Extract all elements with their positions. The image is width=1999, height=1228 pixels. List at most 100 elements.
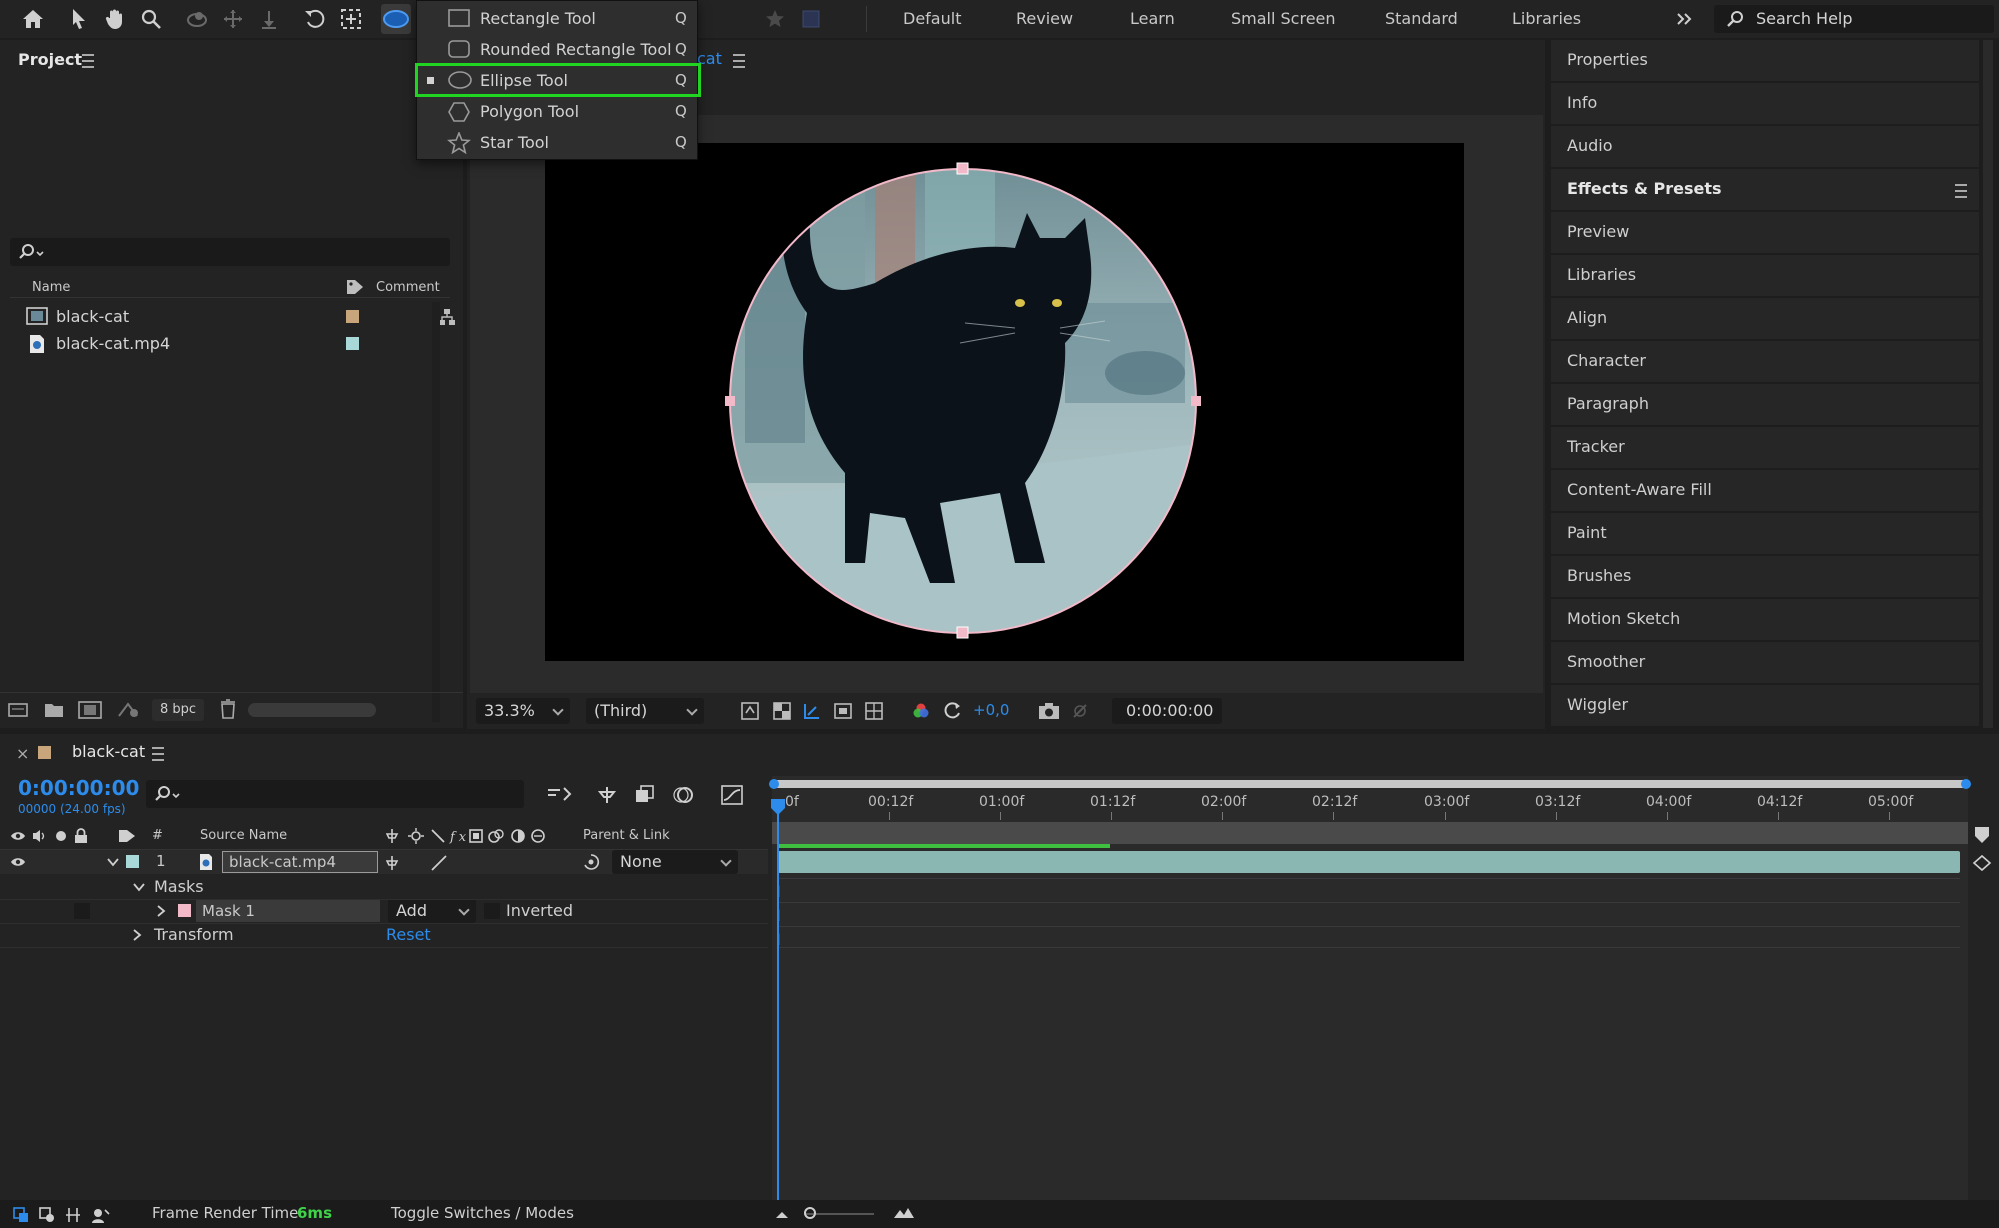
playhead-line[interactable] bbox=[777, 814, 779, 1200]
new-composition-icon[interactable] bbox=[78, 701, 102, 719]
anchor-point-tool-icon[interactable] bbox=[336, 4, 366, 34]
mask-color-swatch[interactable] bbox=[178, 904, 191, 917]
project-settings-icon[interactable] bbox=[116, 701, 142, 719]
project-menu-icon[interactable] bbox=[82, 54, 94, 68]
panel-align[interactable]: Align bbox=[1551, 298, 1979, 339]
graph-editor-icon[interactable] bbox=[720, 784, 744, 806]
panel-tracker[interactable]: Tracker bbox=[1551, 427, 1979, 468]
chevron-right-icon[interactable] bbox=[154, 904, 168, 918]
panel-character[interactable]: Character bbox=[1551, 341, 1979, 382]
transform-row[interactable]: Transform Reset bbox=[0, 923, 768, 947]
right-panel-scrollbar[interactable] bbox=[1983, 40, 1993, 728]
masks-row[interactable]: Masks bbox=[0, 875, 768, 899]
project-search-input[interactable] bbox=[10, 238, 450, 266]
mask-row[interactable]: Mask 1 Add Inverted bbox=[0, 899, 768, 923]
fast-previews-icon[interactable] bbox=[740, 701, 760, 721]
work-area-end-handle[interactable] bbox=[1961, 779, 1971, 789]
ellipse-tool-button[interactable] bbox=[381, 4, 411, 34]
lock-icon[interactable] bbox=[74, 828, 88, 844]
chevron-right-icon[interactable] bbox=[130, 928, 144, 942]
mask-name-field[interactable]: Mask 1 bbox=[196, 900, 380, 922]
chevron-down-icon[interactable] bbox=[106, 855, 120, 869]
panel-audio[interactable]: Audio bbox=[1551, 126, 1979, 167]
resolution-dropdown[interactable]: (Third) bbox=[586, 698, 704, 724]
close-tab-icon[interactable]: × bbox=[16, 744, 29, 763]
work-area-end-marker-icon[interactable] bbox=[1974, 826, 1990, 844]
work-area-start-handle[interactable] bbox=[769, 779, 779, 789]
workspace-standard[interactable]: Standard bbox=[1385, 0, 1458, 38]
timeline-current-time[interactable]: 0:00:00:00 bbox=[18, 776, 139, 800]
interpret-footage-icon[interactable] bbox=[8, 701, 30, 719]
panel-wiggler[interactable]: Wiggler bbox=[1551, 685, 1979, 726]
mask-lock-box[interactable] bbox=[74, 903, 90, 919]
layer-switches-toggle-icon[interactable] bbox=[12, 1206, 30, 1224]
zoom-tool-icon[interactable] bbox=[136, 4, 166, 34]
composition-frame[interactable] bbox=[545, 143, 1464, 661]
timeline-search-input[interactable] bbox=[146, 780, 524, 808]
viewer-menu-icon[interactable] bbox=[733, 54, 745, 68]
flowchart-icon[interactable] bbox=[438, 308, 456, 326]
video-visibility-icon[interactable] bbox=[10, 829, 26, 843]
region-of-interest-icon[interactable] bbox=[833, 701, 853, 721]
menu-item-rounded-rectangle-tool[interactable]: Rounded Rectangle Tool Q bbox=[417, 34, 699, 64]
shy-switch-icon[interactable] bbox=[386, 854, 404, 872]
transparency-grid-icon[interactable] bbox=[772, 701, 792, 721]
layer-label-swatch[interactable] bbox=[126, 855, 139, 868]
panel-smoother[interactable]: Smoother bbox=[1551, 642, 1979, 683]
layer-duration-bar[interactable] bbox=[778, 851, 1960, 873]
panel-paragraph[interactable]: Paragraph bbox=[1551, 384, 1979, 425]
in-out-toggle-icon[interactable] bbox=[64, 1206, 82, 1224]
zoom-dropdown[interactable]: 33.3% bbox=[476, 698, 570, 724]
menu-item-star-tool[interactable]: Star Tool Q bbox=[417, 127, 699, 157]
panel-content-aware-fill[interactable]: Content-Aware Fill bbox=[1551, 470, 1979, 511]
grid-guides-icon[interactable] bbox=[864, 701, 884, 721]
mask-mode-dropdown[interactable]: Add bbox=[388, 899, 476, 923]
star-icon[interactable] bbox=[760, 4, 790, 34]
workspace-default[interactable]: Default bbox=[903, 0, 961, 38]
hand-tool-icon[interactable] bbox=[100, 4, 130, 34]
comp-marker-bin-icon[interactable] bbox=[1972, 854, 1992, 872]
motion-blur-icon[interactable] bbox=[672, 784, 694, 806]
panel-properties[interactable]: Properties bbox=[1551, 40, 1979, 81]
frame-blending-icon[interactable] bbox=[634, 784, 656, 806]
orbit-tool-icon[interactable] bbox=[182, 4, 212, 34]
home-icon[interactable] bbox=[18, 4, 48, 34]
chevron-down-icon[interactable] bbox=[132, 880, 146, 894]
timeline-menu-icon[interactable] bbox=[152, 747, 164, 761]
panel-libraries[interactable]: Libraries bbox=[1551, 255, 1979, 296]
project-scrollbar[interactable] bbox=[432, 302, 440, 722]
workspace-learn[interactable]: Learn bbox=[1130, 0, 1175, 38]
rgb-channels-icon[interactable] bbox=[911, 701, 931, 721]
panel-effects-presets[interactable]: Effects & Presets bbox=[1551, 169, 1979, 210]
transform-reset-link[interactable]: Reset bbox=[386, 925, 431, 944]
dolly-tool-icon[interactable] bbox=[254, 4, 284, 34]
search-help-field[interactable]: Search Help bbox=[1714, 5, 1994, 33]
quality-switch-icon[interactable] bbox=[430, 854, 448, 872]
panel-preview[interactable]: Preview bbox=[1551, 212, 1979, 253]
zoom-out-icon[interactable] bbox=[774, 1208, 790, 1220]
new-folder-icon[interactable] bbox=[44, 701, 64, 719]
comp-mini-flowchart-icon[interactable] bbox=[546, 784, 572, 806]
rotate-tool-icon[interactable] bbox=[300, 4, 330, 34]
mask-path-visibility-icon[interactable] bbox=[802, 701, 822, 721]
menu-item-rectangle-tool[interactable]: Rectangle Tool Q bbox=[417, 3, 699, 33]
project-item-comp[interactable]: black-cat bbox=[4, 304, 456, 330]
current-time-display[interactable]: 0:00:00:00 bbox=[1112, 698, 1222, 724]
audio-icon[interactable] bbox=[31, 828, 47, 844]
bit-depth-button[interactable]: 8 bpc bbox=[152, 699, 204, 721]
label-tag-icon[interactable] bbox=[346, 279, 364, 295]
reset-exposure-icon[interactable] bbox=[943, 701, 963, 721]
label-color-swatch[interactable] bbox=[346, 310, 359, 323]
pick-whip-icon[interactable] bbox=[582, 853, 600, 871]
shy-layers-icon[interactable] bbox=[596, 784, 618, 806]
label-color-swatch[interactable] bbox=[346, 337, 359, 350]
solo-icon[interactable] bbox=[55, 830, 67, 842]
zoom-in-icon[interactable] bbox=[892, 1206, 916, 1220]
selection-tool-icon[interactable] bbox=[64, 4, 94, 34]
pan-tool-icon[interactable] bbox=[218, 4, 248, 34]
toggle-switches-modes-button[interactable]: Toggle Switches / Modes bbox=[391, 1204, 574, 1222]
label-tag-icon[interactable] bbox=[118, 829, 136, 843]
panel-brushes[interactable]: Brushes bbox=[1551, 556, 1979, 597]
layer-name-field[interactable]: black-cat.mp4 bbox=[222, 851, 378, 873]
transfer-controls-toggle-icon[interactable] bbox=[38, 1206, 56, 1224]
